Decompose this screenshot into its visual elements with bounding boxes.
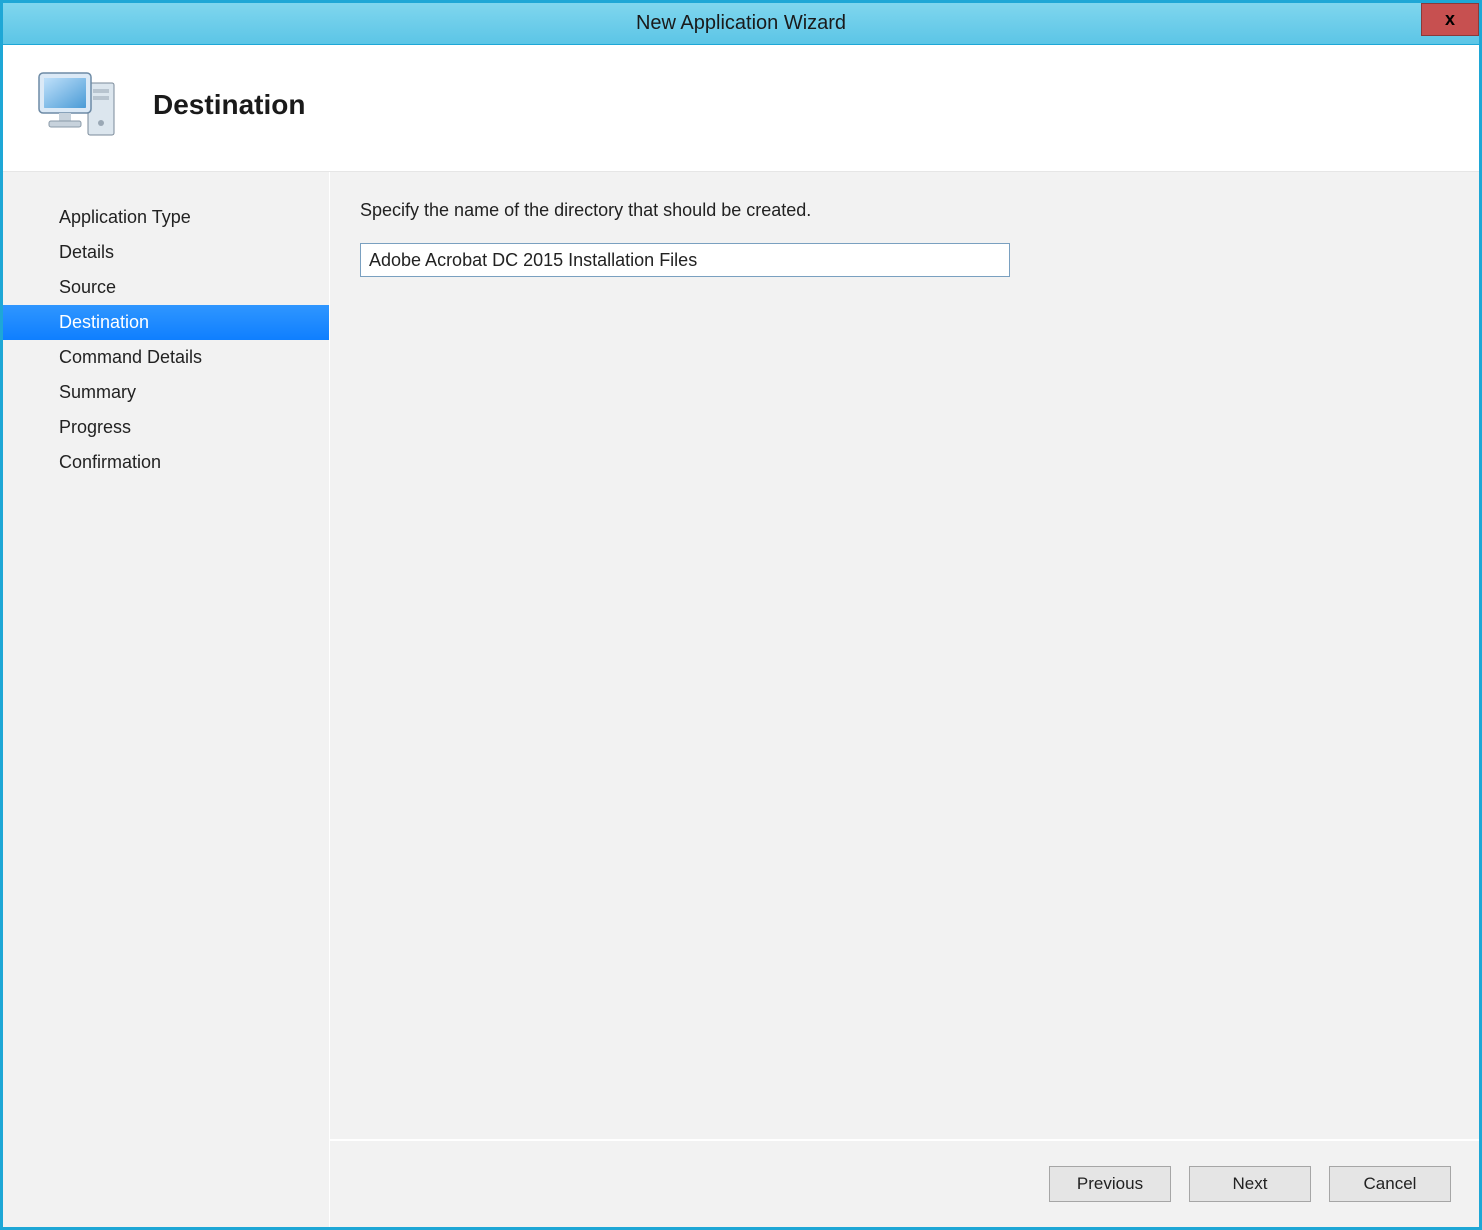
sidebar-item-progress[interactable]: Progress (3, 410, 329, 445)
sidebar-item-command-details[interactable]: Command Details (3, 340, 329, 375)
sidebar-item-label: Command Details (59, 347, 202, 367)
sidebar-item-label: Source (59, 277, 116, 297)
sidebar-item-application-type[interactable]: Application Type (3, 200, 329, 235)
wizard-header: Destination (3, 45, 1479, 172)
wizard-body: Application Type Details Source Destinat… (3, 172, 1479, 1227)
sidebar-item-label: Summary (59, 382, 136, 402)
wizard-window: New Application Wizard x (0, 0, 1482, 1230)
wizard-footer: Previous Next Cancel (329, 1139, 1479, 1227)
window-title: New Application Wizard (636, 12, 846, 35)
wizard-main: Specify the name of the directory that s… (329, 172, 1479, 1227)
sidebar-item-summary[interactable]: Summary (3, 375, 329, 410)
wizard-sidebar: Application Type Details Source Destinat… (3, 172, 329, 1227)
cancel-button[interactable]: Cancel (1329, 1166, 1451, 1202)
sidebar-item-label: Confirmation (59, 452, 161, 472)
page-title: Destination (153, 89, 305, 121)
titlebar: New Application Wizard x (3, 3, 1479, 45)
instruction-text: Specify the name of the directory that s… (360, 200, 1449, 221)
sidebar-item-label: Destination (59, 312, 149, 332)
previous-button[interactable]: Previous (1049, 1166, 1171, 1202)
sidebar-item-label: Progress (59, 417, 131, 437)
sidebar-item-destination[interactable]: Destination (3, 305, 329, 340)
next-button[interactable]: Next (1189, 1166, 1311, 1202)
close-icon: x (1445, 9, 1455, 30)
sidebar-item-details[interactable]: Details (3, 235, 329, 270)
computer-icon (33, 65, 123, 145)
directory-name-input[interactable] (360, 243, 1010, 277)
content-area: Specify the name of the directory that s… (329, 172, 1479, 1139)
sidebar-item-label: Details (59, 242, 114, 262)
sidebar-item-confirmation[interactable]: Confirmation (3, 445, 329, 480)
close-button[interactable]: x (1421, 3, 1479, 36)
sidebar-item-label: Application Type (59, 207, 191, 227)
sidebar-item-source[interactable]: Source (3, 270, 329, 305)
